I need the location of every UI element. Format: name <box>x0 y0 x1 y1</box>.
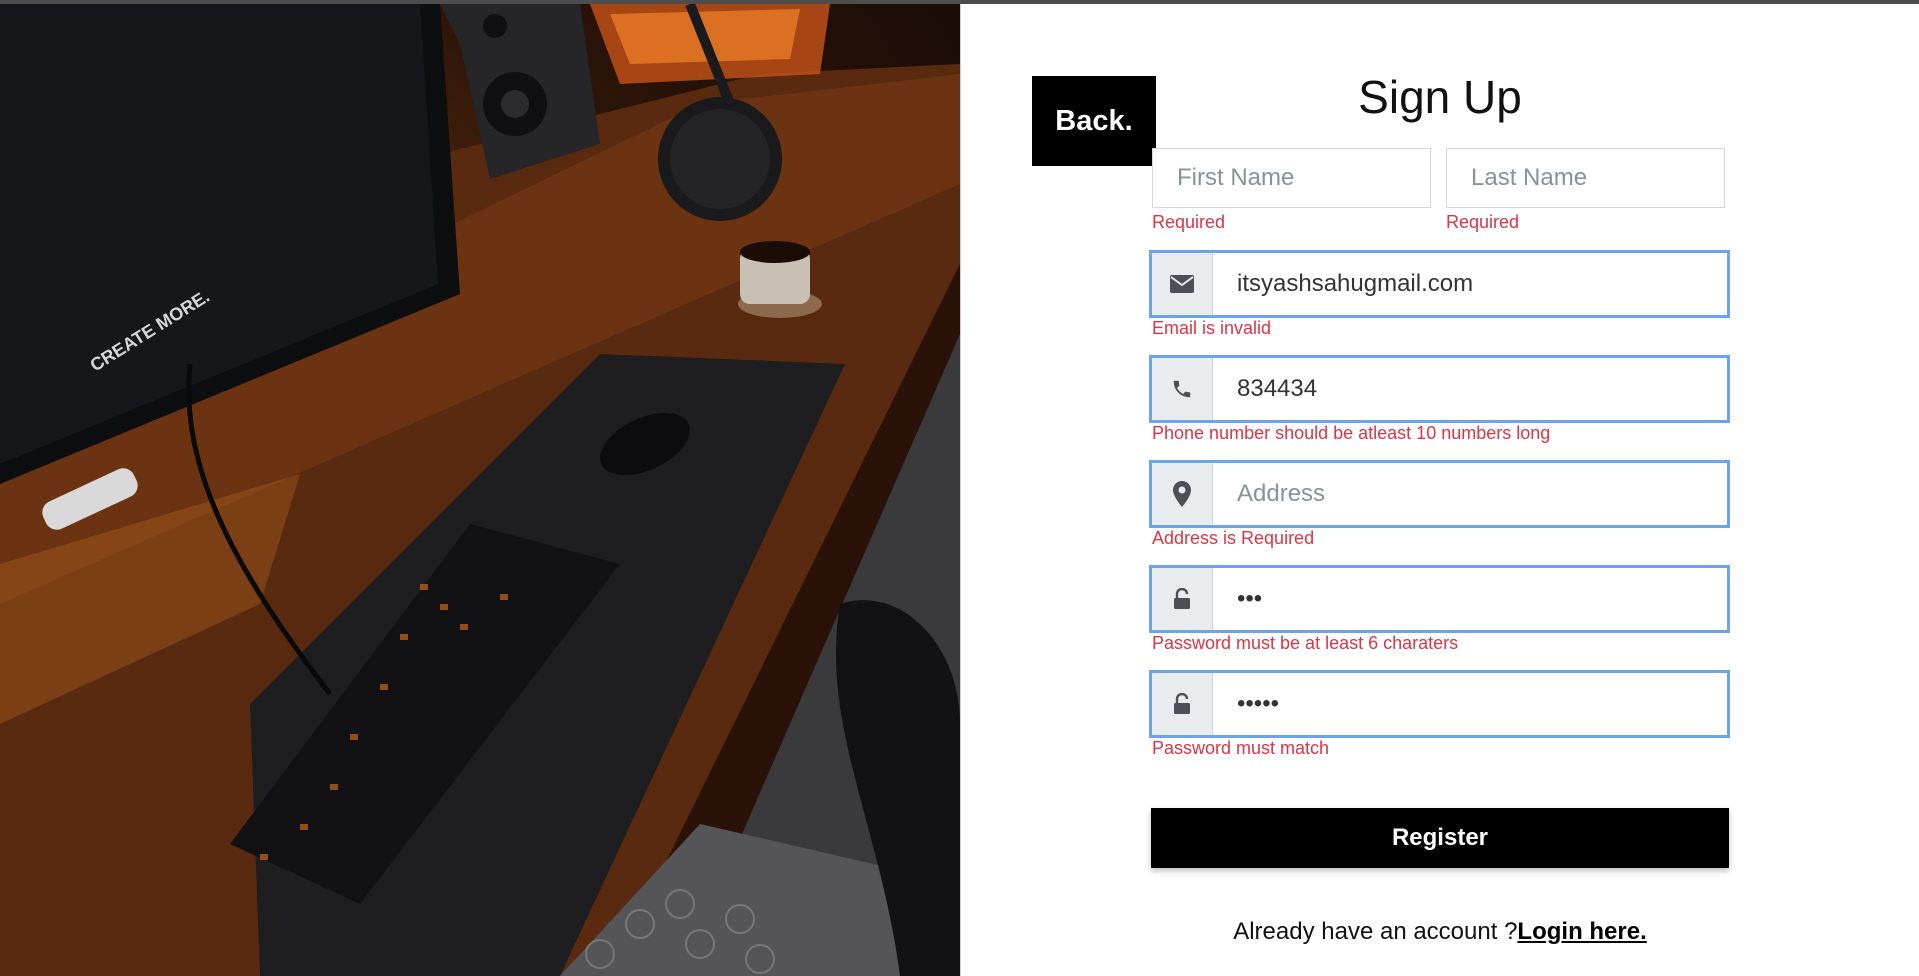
email-input[interactable] <box>1213 253 1727 315</box>
first-name-error: Required <box>1152 212 1226 232</box>
signup-page: CREATE MORE. Back. Sign Up First Name La… <box>0 0 1919 976</box>
phone-icon <box>1152 358 1213 420</box>
register-button[interactable]: Register <box>1151 808 1729 868</box>
email-field-group <box>1149 250 1730 318</box>
desk-setup-photo: CREATE MORE. <box>0 4 960 976</box>
password-input[interactable] <box>1213 568 1727 630</box>
phone-input[interactable] <box>1213 358 1727 420</box>
desk-photo-illustration: CREATE MORE. <box>0 4 960 976</box>
map-pin-icon <box>1152 463 1213 525</box>
unlock-icon <box>1152 568 1213 630</box>
address-input[interactable] <box>1213 463 1727 525</box>
login-prompt: Already have an account ?Login here. <box>1151 918 1729 946</box>
last-name-error: Required <box>1446 212 1520 232</box>
confirm-password-input[interactable] <box>1213 673 1727 735</box>
envelope-icon <box>1152 253 1213 315</box>
panel-divider <box>960 4 961 976</box>
address-error: Address is Required <box>1152 528 1315 548</box>
back-button[interactable]: Back. <box>1032 76 1156 166</box>
login-prompt-text: Already have an account ? <box>1233 918 1518 945</box>
confirm-password-field-group <box>1149 670 1730 738</box>
password-error: Password must be at least 6 charaters <box>1152 633 1459 653</box>
login-link[interactable]: Login here. <box>1517 918 1646 945</box>
first-name-input[interactable] <box>1152 148 1431 208</box>
last-name-input[interactable] <box>1446 148 1725 208</box>
email-error: Email is invalid <box>1152 318 1272 338</box>
password-field-group <box>1149 565 1730 633</box>
page-title: Sign Up <box>1358 71 1522 123</box>
phone-field-group <box>1149 355 1730 423</box>
address-field-group <box>1149 460 1730 528</box>
unlock-icon <box>1152 673 1213 735</box>
phone-error: Phone number should be atleast 10 number… <box>1152 423 1551 443</box>
confirm-password-error: Password must match <box>1152 738 1330 758</box>
